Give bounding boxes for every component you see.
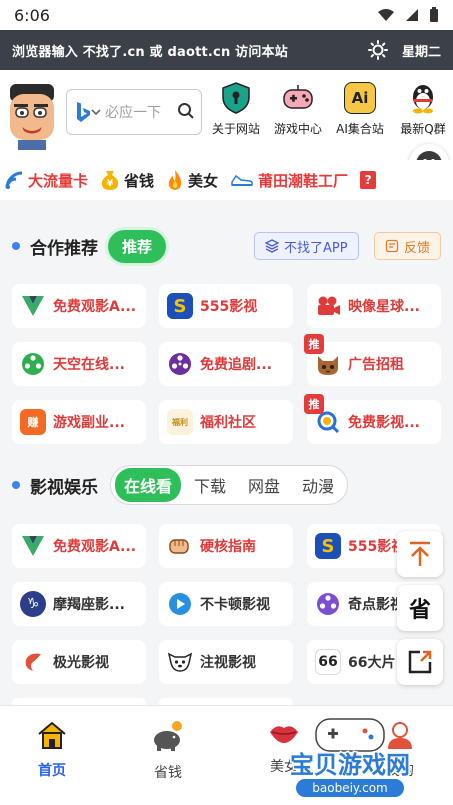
quick-link-about[interactable]: 关于网站 (206, 82, 266, 137)
video-item[interactable]: 注视影视 (159, 640, 293, 684)
app-button[interactable]: 不找了APP (254, 232, 359, 260)
fist-icon (167, 533, 193, 559)
watermark-logo: 宝贝游戏网 baobeiy.com (289, 718, 412, 797)
v-logo-icon (20, 533, 46, 559)
tag-beauty[interactable]: 美女 (166, 169, 218, 191)
tag-row: 大流量卡 ¥ 省钱 美女 莆田潮鞋工厂 ? (0, 160, 453, 200)
share-button[interactable] (397, 639, 443, 685)
status-bar: 6:06 (0, 0, 453, 30)
search-input[interactable]: 必应一下 (105, 102, 161, 122)
tab-download[interactable]: 下载 (185, 468, 235, 502)
partner-item[interactable]: 免费观影A... (12, 284, 146, 328)
gamepad-icon (282, 82, 314, 114)
tab-netdisk[interactable]: 网盘 (239, 468, 289, 502)
section-title: 影视娱乐 (30, 477, 98, 498)
film-reel-icon (315, 591, 341, 617)
v-logo-icon (20, 293, 46, 319)
svg-text:¥: ¥ (107, 179, 114, 189)
watermark-title: 宝贝游戏网 (290, 751, 410, 779)
partner-item[interactable]: S 555影视 (159, 284, 293, 328)
tab-anime[interactable]: 动漫 (293, 468, 343, 502)
save-money-button[interactable]: 省 (397, 585, 443, 631)
question-icon: ? (360, 171, 377, 189)
cat-icon (315, 351, 341, 377)
arrow-up-icon (410, 541, 430, 566)
partner-item[interactable]: 免费影视... 推 (304, 394, 441, 444)
s-logo-icon: S (167, 293, 193, 319)
nav-save-money[interactable]: 省钱 (128, 720, 208, 782)
partner-item[interactable]: 免费追剧... (159, 342, 293, 386)
video-item[interactable]: 不卡顿影视 (159, 582, 293, 626)
partner-item[interactable]: 广告招租 推 (304, 334, 441, 386)
section-dot (12, 481, 20, 489)
video-item[interactable]: 硬核指南 (159, 524, 293, 568)
quick-link-games[interactable]: 游戏中心 (268, 82, 328, 137)
recommend-badge: 推 (304, 394, 324, 414)
sun-icon[interactable] (367, 40, 388, 60)
wifi-icon (378, 9, 394, 21)
search-box[interactable]: 必应一下 (66, 89, 202, 135)
qq-penguin-icon (407, 82, 439, 114)
partner-item[interactable]: 天空在线... (12, 342, 146, 386)
dog-icon (167, 649, 193, 675)
earn-icon: 赚 (20, 409, 46, 435)
ai-icon: Ai (344, 82, 376, 114)
piggy-bank-icon (154, 721, 182, 751)
partner-section-header: 合作推荐 推荐 不找了APP 反馈 (0, 226, 453, 266)
scroll-top-button[interactable] (397, 531, 443, 577)
film-reel-icon (167, 351, 193, 377)
share-icon (408, 650, 432, 674)
video-tabs: 在线看 下载 网盘 动漫 (110, 465, 349, 505)
note-icon (385, 239, 399, 253)
nav-home[interactable]: 首页 (12, 720, 92, 780)
top-bar: 必应一下 关于网站 游戏中心 Ai AI集合站 最新Q群 (0, 70, 453, 160)
shrimp-icon (20, 649, 46, 675)
banner-message: 浏览器输入 不找了.cn 或 daott.cn 访问本站 (12, 44, 288, 60)
section-title: 合作推荐 (30, 238, 98, 259)
section-dot (12, 242, 20, 250)
video-item[interactable]: 免费观影A... (12, 524, 146, 568)
partner-item[interactable]: 赚 游戏副业... (12, 400, 146, 444)
video-section-header: 影视娱乐 在线看 下载 网盘 动漫 (0, 465, 453, 505)
video-item[interactable]: ♑ 摩羯座影... (12, 582, 146, 626)
recommend-badge: 推 (304, 334, 324, 354)
announcement-banner: 浏览器输入 不找了.cn 或 daott.cn 访问本站 星期二 (0, 30, 453, 70)
camera-icon (315, 293, 341, 319)
search-icon[interactable] (177, 102, 195, 120)
tag-data-card[interactable]: 大流量卡 (4, 170, 88, 191)
tab-online[interactable]: 在线看 (115, 468, 182, 502)
partner-item[interactable]: 映像星球... (307, 284, 441, 328)
film-reel-icon (20, 351, 46, 377)
battery-icon (430, 7, 438, 22)
play-icon (167, 591, 193, 617)
signal-icon (5, 171, 23, 189)
layers-icon (265, 239, 279, 253)
tag-save-money[interactable]: ¥ 省钱 (100, 169, 154, 191)
fire-icon (168, 170, 182, 190)
signal-icon (406, 9, 418, 21)
quick-link-qq[interactable]: 最新Q群 (393, 82, 453, 137)
sneaker-icon (231, 174, 254, 186)
66-logo-icon: 66 (315, 649, 341, 675)
recommend-pill[interactable]: 推荐 (108, 229, 167, 263)
partner-item[interactable]: 福利 福利社区 (159, 400, 293, 444)
tag-sneaker-factory[interactable]: 莆田潮鞋工厂 (230, 170, 348, 191)
watermark-gamepad-icon (315, 718, 385, 752)
welfare-icon: 福利 (167, 409, 193, 435)
bing-logo-icon[interactable] (75, 101, 91, 123)
cartoon-avatar-icon[interactable] (4, 80, 60, 152)
quick-link-ai[interactable]: Ai AI集合站 (330, 82, 390, 137)
shield-keyhole-icon (220, 82, 252, 114)
watermark-url: baobeiy.com (312, 781, 387, 795)
chevron-down-icon[interactable] (91, 108, 101, 116)
video-item[interactable]: 极光影视 (12, 640, 146, 684)
capricorn-icon: ♑ (20, 591, 46, 617)
home-icon (38, 721, 66, 749)
status-time: 6:06 (14, 5, 50, 25)
feedback-button[interactable]: 反馈 (374, 232, 442, 260)
money-bag-icon: ¥ (101, 171, 119, 190)
weekday-label: 星期二 (401, 44, 441, 60)
tag-more[interactable]: ? (360, 171, 377, 189)
s-logo-icon: S (315, 533, 341, 559)
